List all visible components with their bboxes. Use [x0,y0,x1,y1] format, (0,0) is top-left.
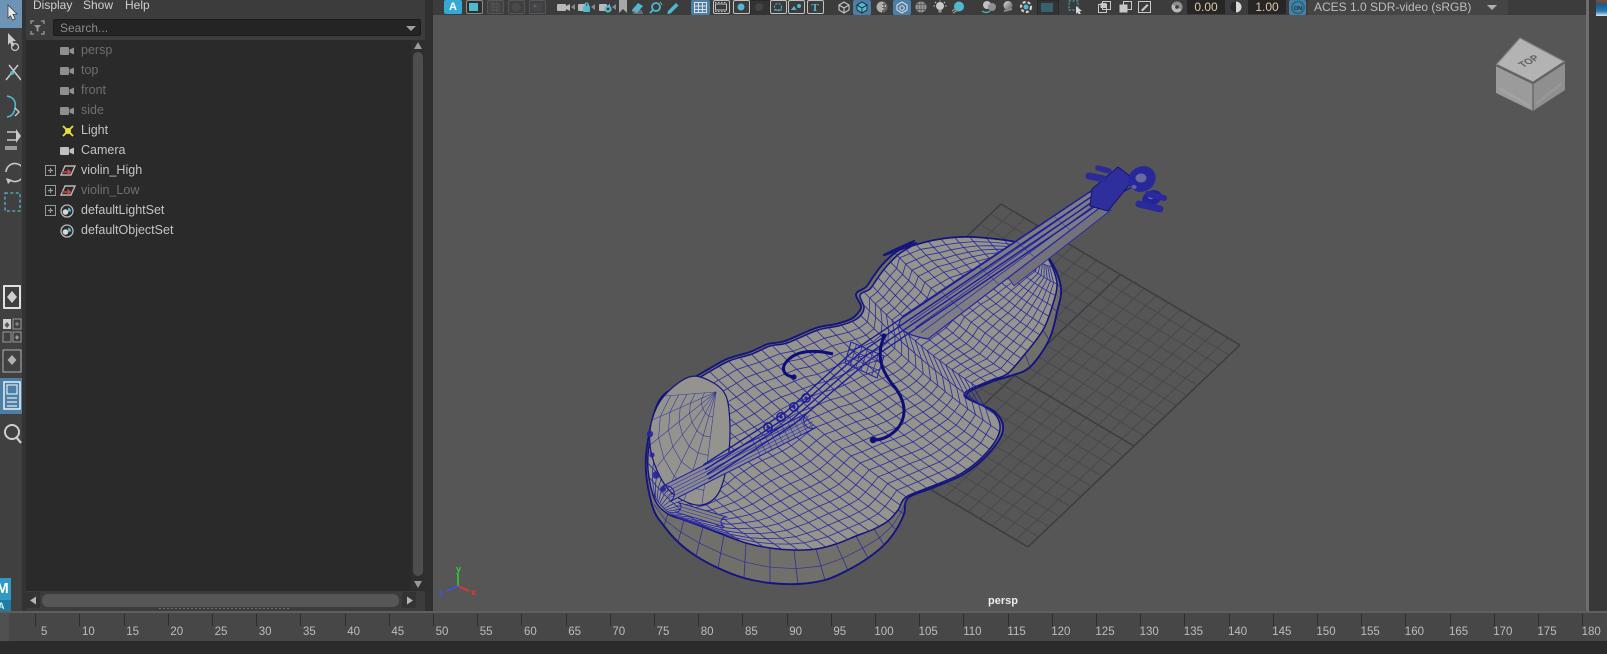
svg-text:T: T [811,2,819,14]
svg-text:persp: persp [988,595,1018,607]
svg-text:z: z [439,588,444,598]
svg-text:ON: ON [1294,6,1302,12]
svg-text:y: y [456,564,461,574]
svg-text:x: x [471,587,476,597]
